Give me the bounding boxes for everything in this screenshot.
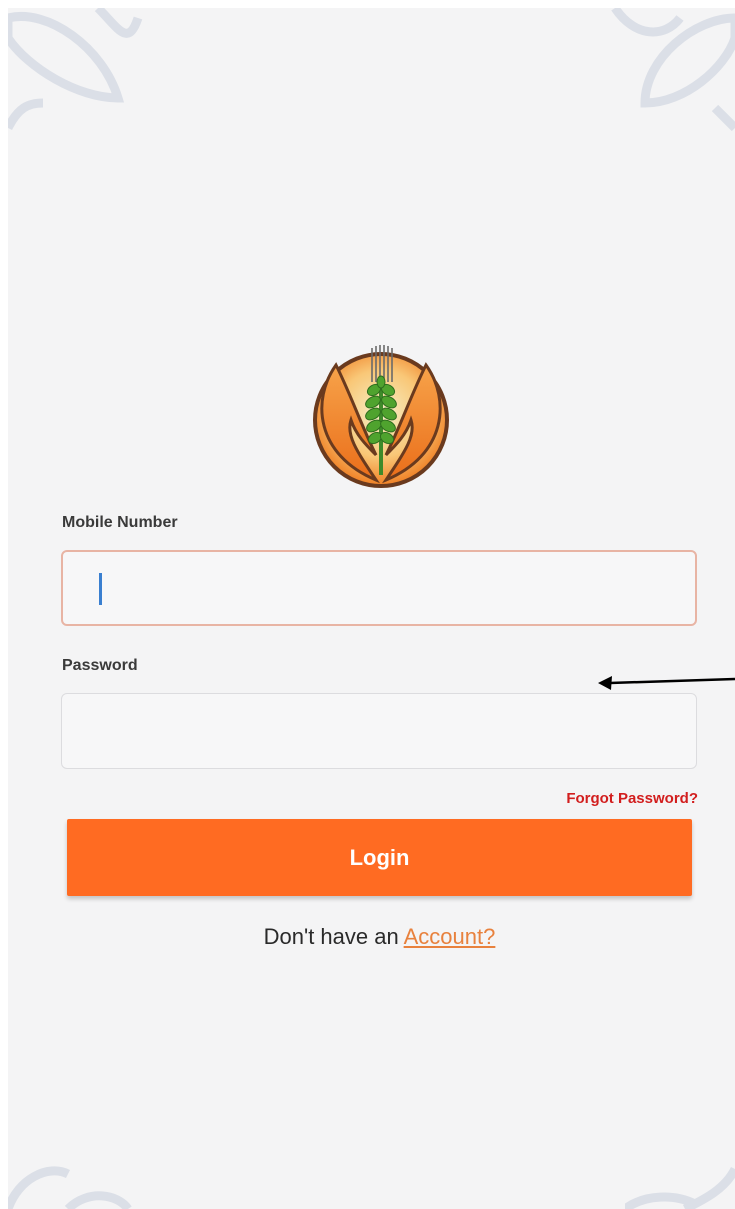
arrow-left-icon [598, 676, 735, 690]
login-button[interactable]: Login [67, 819, 692, 896]
leaf-decoration-icon [625, 1166, 735, 1209]
signup-prompt: Don't have an Account? [8, 924, 735, 950]
create-account-link[interactable]: Account? [404, 924, 496, 949]
leaf-decoration-icon [8, 8, 143, 131]
mobile-number-input[interactable] [61, 550, 697, 626]
password-label: Password [62, 657, 138, 674]
wheat-logo-icon [313, 345, 449, 488]
leaf-decoration-icon [8, 1166, 132, 1209]
text-caret [99, 573, 102, 605]
forgot-password-link[interactable]: Forgot Password? [566, 790, 698, 807]
leaf-decoration-icon [611, 8, 735, 132]
password-input[interactable] [61, 693, 697, 769]
login-screen: Mobile Number Password Forgot Password? … [8, 8, 735, 1209]
mobile-number-label: Mobile Number [62, 514, 178, 531]
signup-prompt-text: Don't have an [263, 924, 404, 949]
